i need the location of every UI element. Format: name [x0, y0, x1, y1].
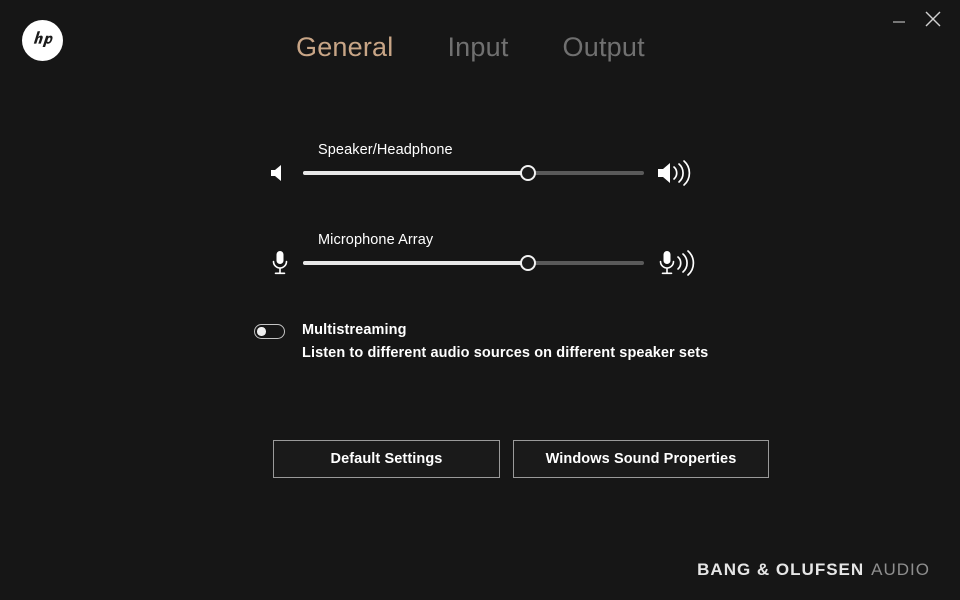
- action-buttons: Default Settings Windows Sound Propertie…: [273, 440, 769, 478]
- windows-sound-properties-button[interactable]: Windows Sound Properties: [513, 440, 769, 478]
- brand-name: BANG & OLUFSEN: [697, 560, 865, 579]
- tab-general[interactable]: General: [296, 28, 393, 66]
- speaker-slider-fill: [303, 171, 529, 175]
- microphone-slider-knob[interactable]: [520, 255, 537, 271]
- microphone-slider-label: Microphone Array: [318, 232, 434, 248]
- minimize-button[interactable]: [882, 4, 916, 34]
- hp-logo-icon: [22, 20, 63, 61]
- title-bar: General Input Output: [0, 0, 960, 96]
- multistreaming-toggle[interactable]: [254, 324, 285, 339]
- speaker-mute-icon[interactable]: [268, 157, 300, 189]
- microphone-volume-slider[interactable]: [303, 255, 644, 271]
- microphone-volume-icon[interactable]: [656, 245, 702, 281]
- multistreaming-description: Listen to different audio sources on dif…: [302, 345, 709, 361]
- tab-output[interactable]: Output: [563, 28, 645, 66]
- speaker-slider-knob[interactable]: [520, 165, 537, 181]
- speaker-slider-row: Speaker/Headphone: [0, 142, 960, 203]
- close-button[interactable]: [916, 4, 950, 34]
- hp-audio-control-window: General Input Output Speaker/Headphone M…: [0, 0, 960, 600]
- microphone-slider-fill: [303, 261, 529, 265]
- speaker-volume-slider[interactable]: [303, 165, 644, 181]
- multistreaming-title: Multistreaming: [302, 322, 407, 338]
- bang-olufsen-branding: BANG & OLUFSEN AUDIO: [697, 560, 930, 580]
- multistreaming-toggle-knob: [257, 327, 266, 336]
- tab-input[interactable]: Input: [447, 28, 508, 66]
- microphone-icon[interactable]: [268, 247, 300, 279]
- default-settings-button[interactable]: Default Settings: [273, 440, 500, 478]
- speaker-slider-label: Speaker/Headphone: [318, 142, 453, 158]
- tab-bar: General Input Output: [296, 28, 645, 66]
- speaker-volume-icon[interactable]: [656, 155, 702, 191]
- microphone-slider-row: Microphone Array: [0, 232, 960, 293]
- brand-subtitle: AUDIO: [871, 560, 930, 579]
- window-controls: [882, 4, 950, 34]
